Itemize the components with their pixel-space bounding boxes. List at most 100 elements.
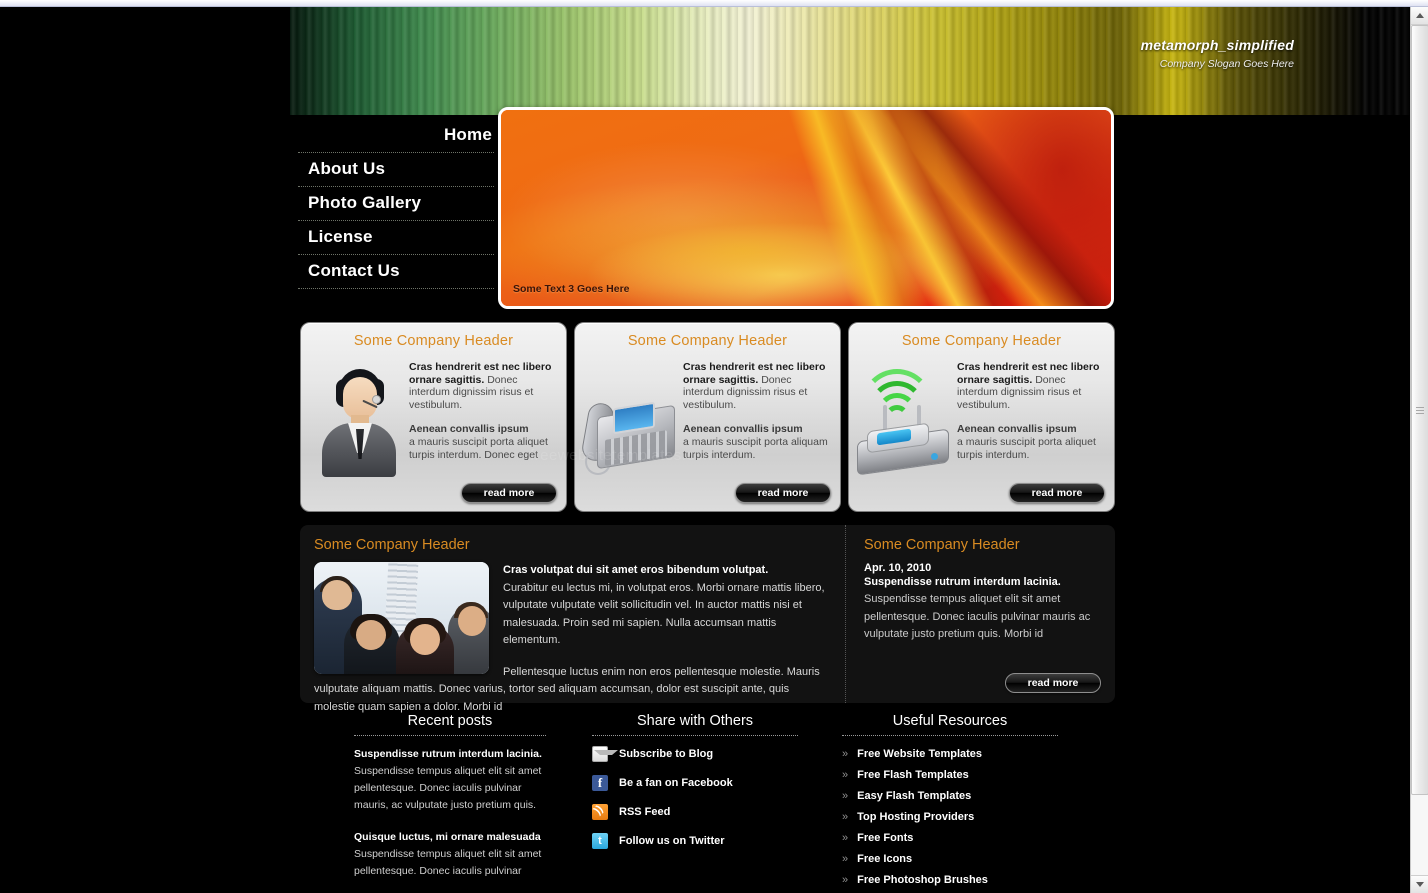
- footer-share: Share with Others Subscribe to Blog f Be…: [552, 713, 804, 893]
- desk-phone-icon: [580, 359, 683, 485]
- site-branding: metamorph_simplified Company Slogan Goes…: [1141, 37, 1294, 70]
- feature-box: Some Company Header Cras hendrerit est n…: [300, 322, 567, 512]
- chevron-right-icon: »: [842, 790, 849, 802]
- resource-link[interactable]: » Top Hosting Providers: [842, 811, 1058, 823]
- share-label: RSS Feed: [619, 806, 671, 818]
- site-title: metamorph_simplified: [1140, 37, 1294, 53]
- resource-label: Free Flash Templates: [857, 769, 969, 781]
- news-title: Some Company Header: [864, 537, 1020, 553]
- footer-resources: Useful Resources » Free Website Template…: [804, 713, 1064, 893]
- chevron-right-icon: »: [842, 748, 849, 760]
- feature-sub-lead: Aenean convallis ipsum: [683, 423, 803, 436]
- article-paragraph-1: Curabitur eu lectus mi, in volutpat eros…: [503, 581, 825, 647]
- site-slogan: Company Slogan Goes Here: [1159, 58, 1294, 70]
- scroll-up-button[interactable]: [1411, 7, 1428, 25]
- resource-link[interactable]: » Free Fonts: [842, 832, 1058, 844]
- chevron-right-icon: »: [842, 811, 849, 823]
- page-scrollbar[interactable]: [1410, 7, 1428, 893]
- scrollbar-track[interactable]: [1411, 25, 1428, 875]
- feature-title: Some Company Header: [627, 333, 788, 349]
- nav-item-contact-us[interactable]: Contact Us: [298, 255, 494, 289]
- chevron-right-icon: »: [842, 853, 849, 865]
- feature-sub-body: a mauris suscipit porta aliquet turpis i…: [957, 435, 1096, 461]
- feature-lead: Cras hendrerit est nec libero ornare sag…: [683, 361, 826, 386]
- share-item-twitter[interactable]: t Follow us on Twitter: [592, 833, 798, 849]
- feature-sub-lead: Aenean convallis ipsum: [409, 423, 529, 436]
- hero-gradient-highlight: [501, 110, 1111, 306]
- article-lead: Cras volutpat dui sit amet eros bibendum…: [503, 564, 769, 576]
- recent-post-title: Quisque luctus, mi ornare malesuada: [354, 831, 541, 843]
- article-column: Some Company Header Cras volutpat dui si…: [300, 525, 845, 713]
- feature-title: Some Company Header: [901, 333, 1062, 349]
- chevron-right-icon: »: [842, 832, 849, 844]
- browser-top-bar: [0, 0, 1428, 7]
- nav-item-photo-gallery[interactable]: Photo Gallery: [298, 187, 494, 221]
- footer-section-title: Recent posts: [354, 713, 546, 736]
- news-column: Some Company Header Apr. 10, 2010 Suspen…: [845, 525, 1115, 703]
- feature-boxes: Some Company Header Cras hendrerit est n…: [300, 322, 1115, 512]
- feature-lead: Cras hendrerit est nec libero ornare sag…: [957, 361, 1100, 386]
- hero-caption: Some Text 3 Goes Here: [513, 283, 630, 295]
- chevron-right-icon: »: [842, 874, 849, 886]
- recent-post-title: Suspendisse rutrum interdum lacinia.: [354, 748, 542, 760]
- feature-sub-lead: Aenean convallis ipsum: [957, 423, 1077, 436]
- share-label: Follow us on Twitter: [619, 835, 725, 847]
- read-more-button[interactable]: read more: [735, 483, 831, 503]
- news-read-more-button[interactable]: read more: [1005, 673, 1101, 693]
- footer-section-title: Useful Resources: [842, 713, 1058, 736]
- feature-text: Cras hendrerit est nec libero ornare sag…: [957, 359, 1106, 481]
- resource-link[interactable]: » Free Flash Templates: [842, 769, 1058, 781]
- share-item-rss[interactable]: RSS Feed: [592, 804, 798, 820]
- rss-icon: [592, 804, 608, 820]
- twitter-icon: t: [592, 833, 608, 849]
- resource-link[interactable]: » Free Photoshop Brushes: [842, 874, 1058, 886]
- resource-label: Free Icons: [857, 853, 913, 865]
- share-item-subscribe[interactable]: Subscribe to Blog: [592, 746, 798, 762]
- hero-banner[interactable]: Some Text 3 Goes Here: [498, 107, 1114, 309]
- recent-post-item: Quisque luctus, mi ornare malesuada Susp…: [354, 829, 546, 880]
- resource-label: Easy Flash Templates: [857, 790, 972, 802]
- main-navigation[interactable]: Home About Us Photo Gallery License Cont…: [298, 119, 494, 289]
- chevron-right-icon: »: [842, 769, 849, 781]
- site-header: metamorph_simplified Company Slogan Goes…: [0, 7, 1410, 115]
- share-item-facebook[interactable]: f Be a fan on Facebook: [592, 775, 798, 791]
- footer-recent-posts: Recent posts Suspendisse rutrum interdum…: [300, 713, 552, 893]
- scrollbar-thumb[interactable]: [1411, 25, 1428, 795]
- footer-section-title: Share with Others: [592, 713, 798, 736]
- news-body: Suspendisse tempus aliquet elit sit amet…: [864, 593, 1091, 640]
- resource-label: Free Photoshop Brushes: [857, 874, 988, 886]
- news-headline: Suspendisse rutrum interdum lacinia.: [864, 576, 1061, 588]
- feature-text: Cras hendrerit est nec libero ornare sag…: [683, 359, 832, 485]
- feature-text: Cras hendrerit est nec libero ornare sag…: [409, 359, 558, 477]
- feature-title: Some Company Header: [353, 333, 514, 349]
- webpage-canvas: metamorph_simplified Company Slogan Goes…: [0, 7, 1410, 893]
- recent-post-body: Suspendisse tempus aliquet elit sit amet…: [354, 765, 542, 811]
- read-more-button[interactable]: read more: [1009, 483, 1105, 503]
- feature-sub-body: a mauris suscipit porta aliquam turpis i…: [683, 435, 828, 461]
- mail-icon: [592, 746, 618, 762]
- headset-operator-icon: [309, 359, 409, 477]
- resource-link[interactable]: » Free Website Templates: [842, 748, 1058, 760]
- feature-lead: Cras hendrerit est nec libero ornare sag…: [409, 361, 552, 386]
- article-title: Some Company Header: [314, 537, 470, 553]
- share-label: Be a fan on Facebook: [619, 777, 733, 789]
- resource-link[interactable]: » Free Icons: [842, 853, 1058, 865]
- content-panel: Some Company Header Cras volutpat dui si…: [300, 525, 1115, 713]
- nav-item-about-us[interactable]: About Us: [298, 153, 494, 187]
- site-footer: Recent posts Suspendisse rutrum interdum…: [300, 713, 1115, 893]
- chevron-down-icon: [1416, 882, 1424, 887]
- read-more-button[interactable]: read more: [461, 483, 557, 503]
- news-date: Apr. 10, 2010: [864, 562, 932, 574]
- scroll-down-button[interactable]: [1411, 875, 1428, 893]
- resource-link[interactable]: » Easy Flash Templates: [842, 790, 1058, 802]
- feature-sub-body: a mauris suscipit porta aliquet turpis i…: [409, 435, 548, 461]
- nav-item-license[interactable]: License: [298, 221, 494, 255]
- facebook-icon: f: [592, 775, 608, 791]
- resource-label: Free Fonts: [857, 832, 914, 844]
- recent-post-item: Suspendisse rutrum interdum lacinia. Sus…: [354, 746, 546, 814]
- nav-item-home[interactable]: Home: [298, 119, 494, 153]
- resource-label: Top Hosting Providers: [857, 811, 975, 823]
- chevron-up-icon: [1416, 13, 1424, 18]
- grip-icon: [1416, 405, 1424, 416]
- share-label: Subscribe to Blog: [619, 748, 714, 760]
